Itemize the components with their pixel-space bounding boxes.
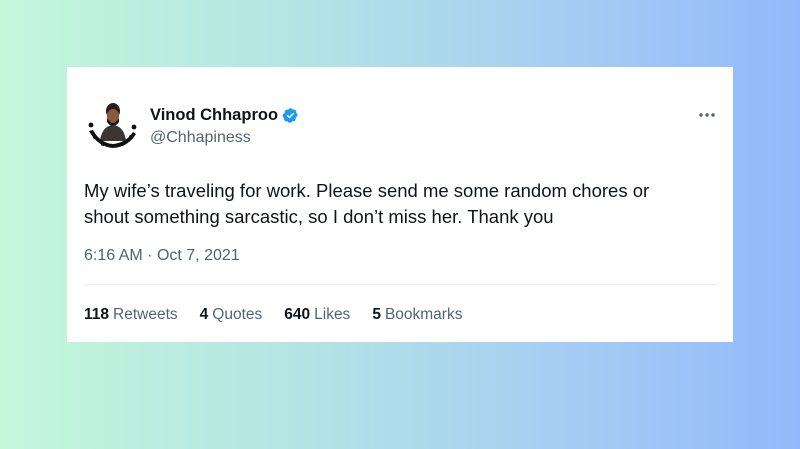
author-name[interactable]: Vinod Chhaproo — [150, 106, 278, 125]
tweet-text: My wife’s traveling for work. Please sen… — [84, 178, 714, 230]
stat-quotes[interactable]: 4 Quotes — [200, 306, 263, 324]
avatar-image — [88, 103, 137, 148]
avatar[interactable] — [84, 97, 140, 153]
stat-count: 118 — [84, 306, 110, 323]
stat-retweets[interactable]: 118 Retweets — [84, 306, 178, 324]
stat-label: Retweets — [113, 306, 178, 323]
stat-likes[interactable]: 640 Likes — [284, 306, 350, 324]
tweet-stats: 118 Retweets 4 Quotes 640 Likes 5 Bookmarks — [84, 306, 484, 324]
stat-count: 5 — [372, 306, 381, 323]
tweet-time: 6:16 AM — [84, 247, 143, 264]
tweet-card: Vinod Chhaproo @Chhapiness My wife’s tra… — [67, 67, 733, 342]
verified-badge-icon — [282, 108, 298, 123]
tweet-timestamp[interactable]: 6:16 AM · Oct 7, 2021 — [84, 247, 240, 265]
author-handle[interactable]: @Chhapiness — [150, 129, 251, 147]
stat-label: Likes — [314, 306, 351, 323]
stat-bookmarks[interactable]: 5 Bookmarks — [372, 306, 462, 324]
author-row: Vinod Chhaproo — [150, 106, 299, 125]
meta-separator: · — [147, 247, 153, 264]
stat-label: Quotes — [212, 306, 263, 323]
stat-count: 640 — [284, 306, 311, 323]
stat-count: 4 — [199, 306, 209, 323]
divider — [84, 284, 717, 285]
tweet-date: Oct 7, 2021 — [156, 247, 240, 264]
more-options-icon[interactable] — [697, 105, 717, 125]
stat-label: Bookmarks — [384, 306, 463, 323]
tweet-text-line: shout something sarcastic, so I don’t mi… — [84, 206, 554, 227]
tweet-text-line: My wife’s traveling for work. Please sen… — [84, 180, 650, 201]
